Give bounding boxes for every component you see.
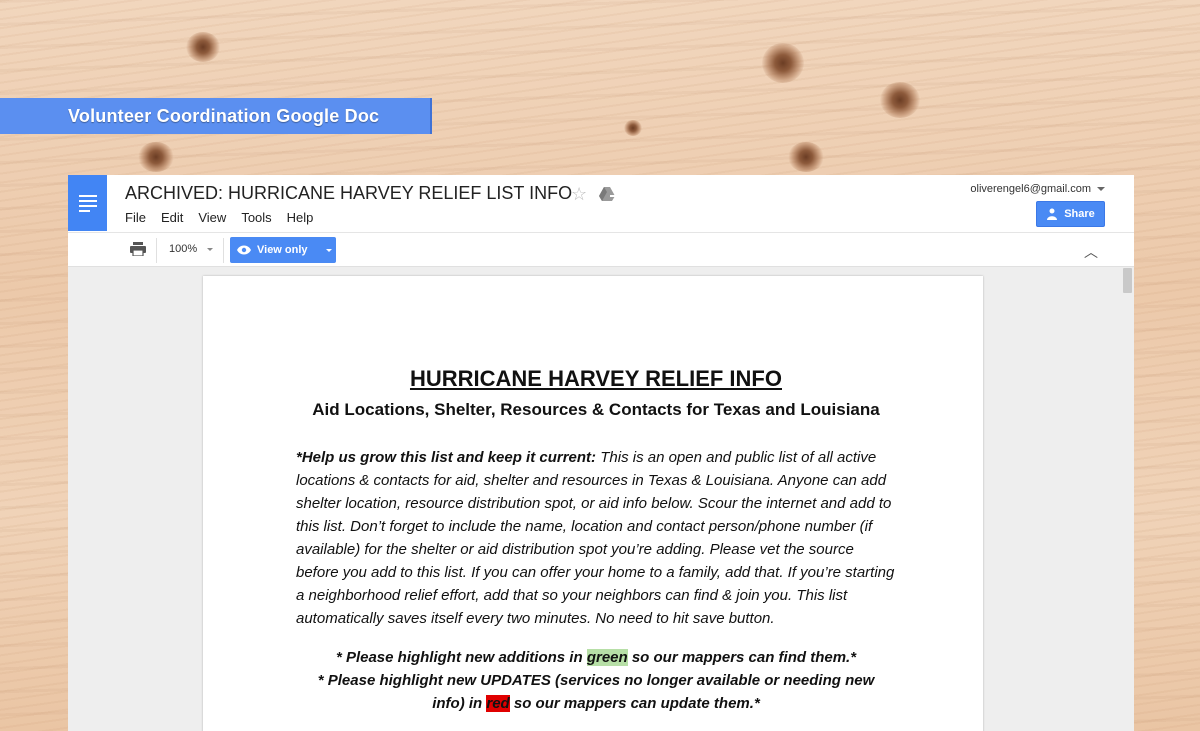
docs-menu-icon[interactable]	[68, 175, 107, 231]
person-add-icon	[1047, 208, 1058, 220]
star-icon[interactable]: ☆	[571, 184, 587, 205]
wood-knot	[138, 142, 174, 172]
chevron-down-icon	[325, 248, 332, 252]
intro-bold: *Help us grow this list and keep it curr…	[296, 449, 597, 466]
document-page: HURRICANE HARVEY RELIEF INFO Aid Locatio…	[203, 276, 983, 731]
scrollbar-thumb[interactable]	[1123, 268, 1132, 293]
note-text: so our mappers can find them.*	[627, 649, 857, 666]
chevron-down-icon	[207, 247, 214, 251]
document-subheading: Aid Locations, Shelter, Resources & Cont…	[312, 400, 880, 419]
menu-help[interactable]: Help	[287, 210, 314, 225]
wood-knot	[788, 142, 824, 172]
toolbar-divider	[156, 238, 157, 263]
note-text: * Please highlight new additions in	[335, 649, 587, 666]
note-red: * Please highlight new UPDATES (services…	[296, 669, 896, 715]
zoom-value: 100%	[169, 243, 198, 255]
menu-tools[interactable]: Tools	[241, 210, 271, 225]
toolbar: 100% View only ︿	[68, 232, 1134, 267]
red-highlight: red	[486, 695, 510, 712]
document-heading: HURRICANE HARVEY RELIEF INFO	[409, 366, 782, 391]
google-doc-window: ARCHIVED: HURRICANE HARVEY RELIEF LIST I…	[68, 175, 1134, 731]
share-label: Share	[1064, 208, 1095, 220]
share-button[interactable]: Share	[1036, 201, 1105, 227]
zoom-select[interactable]: 100%	[169, 243, 214, 255]
wood-knot	[186, 32, 220, 62]
toolbar-divider	[223, 238, 224, 263]
note-text: so our mappers can update them.*	[509, 695, 760, 712]
banner-label: Volunteer Coordination Google Doc	[68, 105, 380, 126]
account-email: oliverengel6@gmail.com	[970, 183, 1091, 195]
intro-text: This is an open and public list of all a…	[296, 449, 895, 627]
wood-knot	[624, 120, 642, 136]
menu-bar: File Edit View Tools Help	[125, 210, 328, 225]
intro-paragraph: *Help us grow this list and keep it curr…	[296, 446, 896, 630]
wood-knot	[880, 82, 920, 118]
chevron-up-icon[interactable]: ︿	[1084, 242, 1098, 262]
view-only-mode-button[interactable]: View only	[230, 237, 336, 263]
green-highlight: green	[586, 649, 628, 666]
wood-knot	[762, 43, 804, 83]
note-green: * Please highlight new additions in gree…	[296, 646, 896, 669]
document-content: HURRICANE HARVEY RELIEF INFO Aid Locatio…	[296, 366, 896, 715]
account-switcher[interactable]: oliverengel6@gmail.com	[970, 183, 1105, 195]
menu-file[interactable]: File	[125, 210, 146, 225]
document-title[interactable]: ARCHIVED: HURRICANE HARVEY RELIEF LIST I…	[125, 183, 572, 204]
print-icon[interactable]	[130, 242, 146, 256]
caption-banner: Volunteer Coordination Google Doc	[0, 98, 432, 134]
menu-view[interactable]: View	[198, 210, 226, 225]
move-to-drive-icon[interactable]	[599, 186, 615, 202]
chevron-down-icon	[1097, 187, 1105, 192]
eye-icon	[237, 245, 251, 255]
view-only-label: View only	[257, 244, 308, 256]
document-canvas: HURRICANE HARVEY RELIEF INFO Aid Locatio…	[68, 267, 1134, 731]
menu-edit[interactable]: Edit	[161, 210, 183, 225]
